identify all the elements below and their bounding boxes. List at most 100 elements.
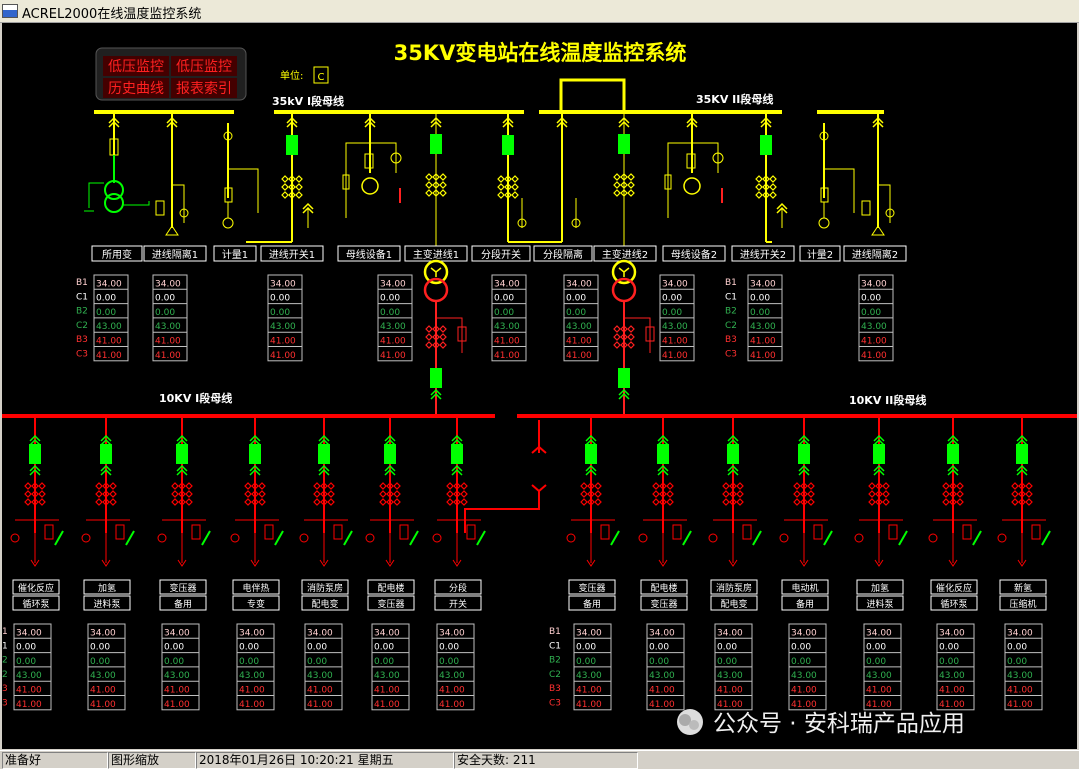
- breaker[interactable]: [618, 134, 630, 154]
- feeder-label-left-7[interactable]: 分段开关: [434, 579, 482, 611]
- temp-table: 34.00 0.00 0.00 43.00 41.00 41.00: [304, 623, 343, 711]
- lamp-lead: [370, 142, 397, 173]
- menu-button-2[interactable]: 低压监控: [171, 56, 237, 76]
- feeder-label-right-2[interactable]: 配电楼变压器: [640, 579, 688, 611]
- temp-value: 0.00: [1007, 657, 1027, 667]
- feeder-label-left-3[interactable]: 变压器备用: [159, 579, 207, 611]
- temp-value: 43.00: [576, 671, 602, 681]
- breaker[interactable]: [318, 444, 330, 464]
- feeder-label-right-1[interactable]: 变压器备用: [568, 579, 616, 611]
- temp-value: 0.00: [239, 657, 259, 667]
- ct-symbol: [1011, 498, 1019, 506]
- breaker[interactable]: [760, 135, 772, 155]
- temp-value: 0.00: [374, 657, 394, 667]
- temp-value: 34.00: [16, 628, 42, 638]
- wye-symbol: [430, 267, 442, 277]
- breaker[interactable]: [29, 444, 41, 464]
- temp-table: 34.00 0.00 0.00 43.00 41.00 41.00: [858, 274, 894, 362]
- breaker[interactable]: [502, 135, 514, 155]
- phase-label: C1: [725, 292, 737, 302]
- feeder-label-right-3[interactable]: 消防泵房配电变: [710, 579, 758, 611]
- bay-35kv-5: [342, 112, 402, 218]
- temp-value: 43.00: [374, 671, 400, 681]
- feeder-label-left-5[interactable]: 消防泵房配电变: [301, 579, 349, 611]
- breaker[interactable]: [286, 135, 298, 155]
- ct-symbol: [627, 173, 635, 181]
- main-transformer-1[interactable]: [423, 259, 467, 416]
- temp-table: 34.00 0.00 0.00 43.00 41.00 41.00: [646, 623, 685, 711]
- bay-label-8[interactable]: 分段隔离: [533, 245, 593, 262]
- temp-value: 43.00: [307, 671, 333, 681]
- bay-label-9[interactable]: 主变进线2: [593, 245, 657, 262]
- feeder-label-left-2[interactable]: 加氢进料泵: [83, 579, 131, 611]
- temp-value: 0.00: [90, 643, 110, 653]
- ct-symbol: [460, 490, 468, 498]
- feeder-label-left-4[interactable]: 电伴热专变: [232, 579, 280, 611]
- bay-label-10[interactable]: 母线设备2: [662, 245, 726, 262]
- temp-value: 43.00: [270, 322, 296, 332]
- breaker[interactable]: [100, 444, 112, 464]
- ct-symbol: [497, 191, 505, 199]
- bay-label-text: 进线隔离2: [852, 248, 898, 261]
- phase-label: C3: [76, 350, 88, 360]
- breaker[interactable]: [1016, 444, 1028, 464]
- feeder-label-left-6[interactable]: 配电楼变压器: [367, 579, 415, 611]
- bay-label-2[interactable]: 进线隔离1: [143, 245, 207, 262]
- temp-table: 34.00 0.00 0.00 43.00 41.00 41.00: [747, 274, 783, 362]
- bay-label-4[interactable]: 进线开关1: [260, 245, 324, 262]
- bay-label-13[interactable]: 进线隔离2: [843, 245, 907, 262]
- ct-symbol: [1011, 490, 1019, 498]
- temp-value: 43.00: [494, 322, 520, 332]
- temp-value: 34.00: [439, 628, 465, 638]
- feeder-label-right-4[interactable]: 电动机备用: [781, 579, 829, 611]
- feeder-label-right-7[interactable]: 新氢压缩机: [999, 579, 1047, 611]
- temp-value: 34.00: [791, 628, 817, 638]
- ct-symbol: [258, 498, 266, 506]
- bay-label-11[interactable]: 进线开关2: [731, 245, 795, 262]
- breaker[interactable]: [176, 444, 188, 464]
- bay-35kv-6: [425, 112, 447, 259]
- temp-value: 0.00: [494, 308, 514, 318]
- temp-value: 43.00: [939, 671, 965, 681]
- ct-symbol: [295, 191, 303, 199]
- bay-label-5[interactable]: 母线设备1: [337, 245, 401, 262]
- ct-symbol: [627, 333, 635, 341]
- menu-button-1[interactable]: 低压监控: [103, 56, 169, 76]
- breaker[interactable]: [798, 444, 810, 464]
- phase-label: 1: [2, 641, 8, 651]
- phase-label: C1: [76, 292, 88, 302]
- menu-button-3[interactable]: 历史曲线: [103, 78, 169, 98]
- feeder-label-right-6[interactable]: 催化反应循环泵: [930, 579, 978, 611]
- meter-symbol: [222, 217, 234, 229]
- bay-label-1[interactable]: 所用变: [91, 245, 143, 262]
- bay-label-3[interactable]: 计量1: [213, 245, 257, 262]
- breaker[interactable]: [249, 444, 261, 464]
- breaker[interactable]: [451, 444, 463, 464]
- bay-label-6[interactable]: 主变进线1: [404, 245, 468, 262]
- breaker[interactable]: [430, 368, 442, 388]
- breaker[interactable]: [384, 444, 396, 464]
- ct-symbol: [281, 175, 289, 183]
- breaker[interactable]: [947, 444, 959, 464]
- ct-symbol: [511, 183, 519, 191]
- breaker[interactable]: [657, 444, 669, 464]
- ct-symbol: [755, 191, 763, 199]
- temp-value: 34.00: [750, 279, 776, 289]
- main-transformer-2[interactable]: [611, 259, 655, 416]
- temp-value: 0.00: [16, 657, 36, 667]
- lead: [123, 201, 150, 206]
- bay-label-12[interactable]: 计量2: [799, 245, 841, 262]
- breaker[interactable]: [430, 134, 442, 154]
- temp-value: 41.00: [649, 686, 675, 696]
- breaker[interactable]: [727, 444, 739, 464]
- breaker[interactable]: [873, 444, 885, 464]
- breaker[interactable]: [585, 444, 597, 464]
- temp-value: 0.00: [270, 294, 290, 304]
- temp-value: 34.00: [649, 628, 675, 638]
- breaker[interactable]: [618, 368, 630, 388]
- feeder-label-left-1[interactable]: 催化反应循环泵: [12, 579, 60, 611]
- feeder-label-right-5[interactable]: 加氢进料泵: [856, 579, 904, 611]
- bay-label-7[interactable]: 分段开关: [471, 245, 531, 262]
- ct-symbol: [769, 191, 777, 199]
- menu-button-4[interactable]: 报表索引: [171, 78, 237, 98]
